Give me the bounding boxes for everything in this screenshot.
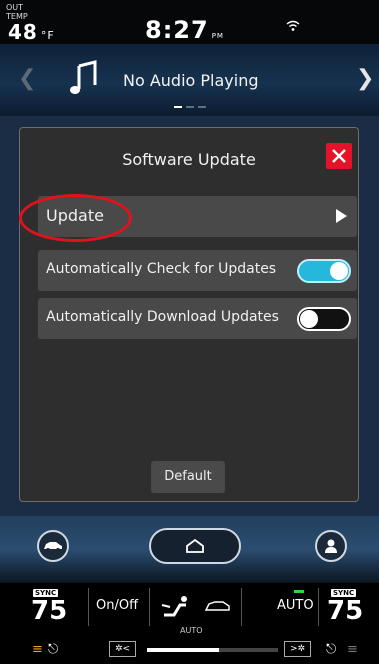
close-button[interactable]: [326, 143, 352, 169]
seat-icon-right[interactable]: ⎋: [326, 642, 336, 657]
divider: [88, 588, 89, 626]
outside-temp-label: OUT TEMP: [6, 3, 28, 21]
wifi-icon: [286, 20, 300, 31]
divider: [149, 588, 150, 626]
auto-download-updates-label: Automatically Download Updates: [46, 309, 279, 325]
divider: [241, 588, 242, 626]
page-dot: [186, 106, 194, 108]
profile-button[interactable]: [315, 530, 347, 562]
dialog-title: Software Update: [122, 150, 256, 169]
climate-onoff-button[interactable]: On/Off: [96, 598, 138, 613]
vehicle-button[interactable]: [37, 530, 69, 562]
software-update-dialog: Software Update Update Automatically Che…: [19, 127, 359, 502]
music-note-icon: [70, 60, 97, 94]
fan-decrease-button[interactable]: ✲<: [109, 641, 136, 657]
fan-speed-fill: [147, 648, 220, 652]
auto-check-updates-toggle[interactable]: [297, 259, 351, 283]
highlight-ring-annotation: [19, 194, 132, 242]
climate-bar: SYNC 75 On/Off AUTO AUTO SYNC 75 ≡ ⎋ ✲< …: [0, 583, 379, 664]
fan-speed-bar[interactable]: [147, 648, 278, 652]
left-temp[interactable]: 75: [31, 596, 67, 626]
page-dot: [174, 106, 182, 108]
car-icon: [44, 542, 62, 552]
play-arrow-icon: [336, 209, 347, 223]
auto-indicator-led: [294, 590, 304, 593]
audio-source-title: No Audio Playing: [123, 71, 259, 90]
auto-check-updates-row[interactable]: Automatically Check for Updates: [38, 250, 357, 291]
clock-time: 8:27: [145, 16, 209, 44]
chevron-right-icon[interactable]: ❯: [356, 66, 374, 91]
home-icon: [186, 538, 204, 553]
bottom-nav-bar: [0, 516, 379, 583]
auto-mode-label: AUTO: [180, 626, 203, 635]
toggle-knob: [330, 262, 348, 280]
auto-check-updates-label: Automatically Check for Updates: [46, 261, 277, 277]
right-temp[interactable]: 75: [327, 596, 363, 626]
clock: 8:27 PM: [145, 16, 224, 44]
outside-temp: 48 °F: [8, 20, 55, 44]
divider: [318, 588, 319, 626]
clock-ampm: PM: [211, 32, 224, 40]
page-indicator: [174, 106, 206, 108]
outside-temp-unit: °F: [40, 29, 55, 42]
audio-bar[interactable]: ❮ No Audio Playing ❯: [0, 44, 379, 116]
home-button[interactable]: [149, 528, 241, 564]
outside-temp-value: 48: [8, 20, 38, 44]
chevron-left-icon[interactable]: ❮: [18, 66, 36, 91]
person-icon: [325, 539, 337, 553]
fan-increase-button[interactable]: >✲: [284, 641, 311, 657]
close-icon: [332, 149, 346, 163]
status-bar: OUT TEMP 48 °F 8:27 PM: [0, 0, 379, 44]
airflow-mode-icon[interactable]: [160, 595, 196, 621]
seat-heat-right-icon[interactable]: ≡: [347, 642, 358, 657]
recirculation-icon[interactable]: [205, 600, 231, 614]
seat-icon-left[interactable]: ⎋: [48, 642, 58, 657]
toggle-knob: [300, 310, 318, 328]
seat-heat-left-icon[interactable]: ≡: [32, 642, 43, 657]
auto-button[interactable]: AUTO: [277, 598, 314, 613]
default-button[interactable]: Default: [151, 461, 225, 493]
auto-download-updates-toggle[interactable]: [297, 307, 351, 331]
auto-download-updates-row[interactable]: Automatically Download Updates: [38, 298, 357, 339]
page-dot: [198, 106, 206, 108]
